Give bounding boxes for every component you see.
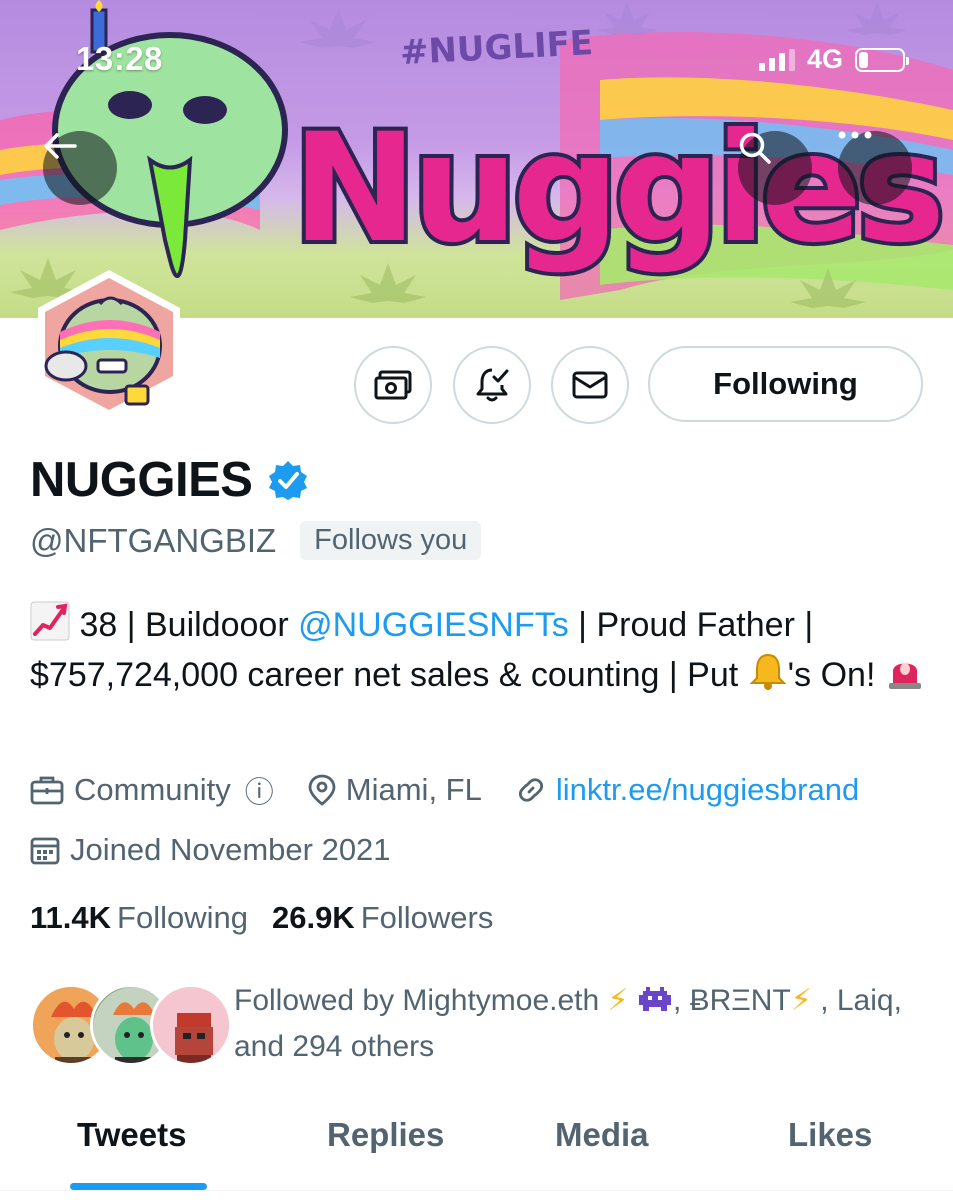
follows-you-badge: Follows you: [300, 521, 482, 560]
more-icon: [838, 131, 872, 139]
bell-emoji: [749, 653, 787, 690]
calendar-icon: [30, 837, 60, 865]
tab-replies[interactable]: Replies: [327, 1116, 444, 1154]
search-button[interactable]: [738, 131, 812, 205]
profile-name-row: NUGGIES: [30, 452, 308, 508]
website-link[interactable]: linktr.ee/nuggiesbrand: [556, 772, 859, 808]
battery-icon: [855, 47, 909, 72]
info-icon[interactable]: ⓘ: [245, 769, 274, 811]
verified-badge-icon[interactable]: [268, 460, 308, 500]
network-type: 4G: [806, 44, 843, 74]
briefcase-icon: [30, 776, 64, 805]
lightning-emoji: ⚡: [607, 984, 629, 1017]
profile-tabs: Tweets Replies Media Likes: [0, 1100, 953, 1200]
bio-text-3: 's On!: [787, 656, 885, 694]
notifications-button[interactable]: [453, 346, 531, 424]
tip-jar-icon: [374, 370, 412, 400]
chart-increasing-emoji: [30, 601, 70, 641]
tab-media[interactable]: Media: [555, 1116, 649, 1154]
joined-label: Joined November 2021: [70, 832, 391, 867]
profile-meta-row: Community ⓘ Miami, FL linktr.ee/nuggiesb…: [30, 769, 893, 811]
message-button[interactable]: [551, 346, 629, 424]
following-count-label: Following: [117, 900, 248, 935]
profile-name: NUGGIES: [30, 453, 253, 507]
bell-check-icon: [476, 368, 509, 402]
signal-icon: [758, 48, 795, 71]
profile-bio: 38 | Buildooor @NUGGIESNFTs | Proud Fath…: [30, 600, 930, 700]
profile-avatar[interactable]: [30, 268, 188, 420]
back-button[interactable]: [43, 131, 117, 205]
active-tab-indicator: [70, 1183, 207, 1190]
joined-row: Joined November 2021: [30, 832, 425, 868]
followed-by-part2: ,: [672, 984, 690, 1017]
joined-item: Joined November 2021: [30, 832, 391, 868]
status-indicators: 4G: [758, 44, 909, 75]
following-count-link[interactable]: 11.4K Following: [30, 900, 248, 936]
alien-monster-emoji: [638, 987, 671, 1011]
bio-text-1: 38 | Buildooor: [70, 606, 299, 644]
followers-count: 26.9K: [271, 900, 355, 935]
more-button[interactable]: [838, 131, 912, 205]
handle-row: @NFTGANGBIZ Follows you: [30, 521, 482, 560]
followed-by-text[interactable]: Followed by Mightymoe.eth ⚡ , ɃRΞNT⚡ , L…: [234, 978, 934, 1070]
tab-likes[interactable]: Likes: [788, 1116, 872, 1154]
followed-by-avatars[interactable]: [30, 984, 232, 1066]
location-item: Miami, FL: [308, 772, 482, 808]
bio-mention-link[interactable]: @NUGGIESNFTs: [298, 606, 569, 644]
status-time: 13:28: [76, 40, 163, 77]
following-count: 11.4K: [30, 900, 112, 935]
follow-counts: 11.4K Following 26.9K Followers: [30, 900, 493, 936]
location-pin-icon: [308, 774, 336, 806]
back-arrow-icon: [44, 133, 77, 159]
mail-icon: [572, 371, 608, 399]
website-item[interactable]: linktr.ee/nuggiesbrand: [516, 772, 859, 808]
banner-logo-text: Nuggies: [292, 102, 940, 276]
search-icon: [739, 132, 771, 164]
tab-tweets[interactable]: Tweets: [77, 1116, 186, 1154]
category-item: Community ⓘ: [30, 769, 274, 811]
category-label: Community: [74, 772, 231, 807]
link-icon: [518, 778, 543, 802]
follower-avatar: [150, 984, 232, 1066]
siren-emoji: [888, 663, 921, 689]
location-label: Miami, FL: [345, 772, 482, 807]
lightning-emoji: ⚡: [790, 984, 812, 1017]
tip-button[interactable]: [354, 346, 432, 424]
followed-by-brent: ɃRΞNT: [689, 984, 791, 1017]
followers-count-label: Followers: [360, 900, 494, 935]
tab-divider: [0, 1190, 953, 1191]
followed-by-part1: Followed by Mightymoe.eth: [234, 984, 608, 1017]
following-button[interactable]: Following: [648, 346, 923, 422]
followers-count-link[interactable]: 26.9K Followers: [272, 900, 493, 936]
profile-handle: @NFTGANGBIZ: [30, 521, 277, 559]
